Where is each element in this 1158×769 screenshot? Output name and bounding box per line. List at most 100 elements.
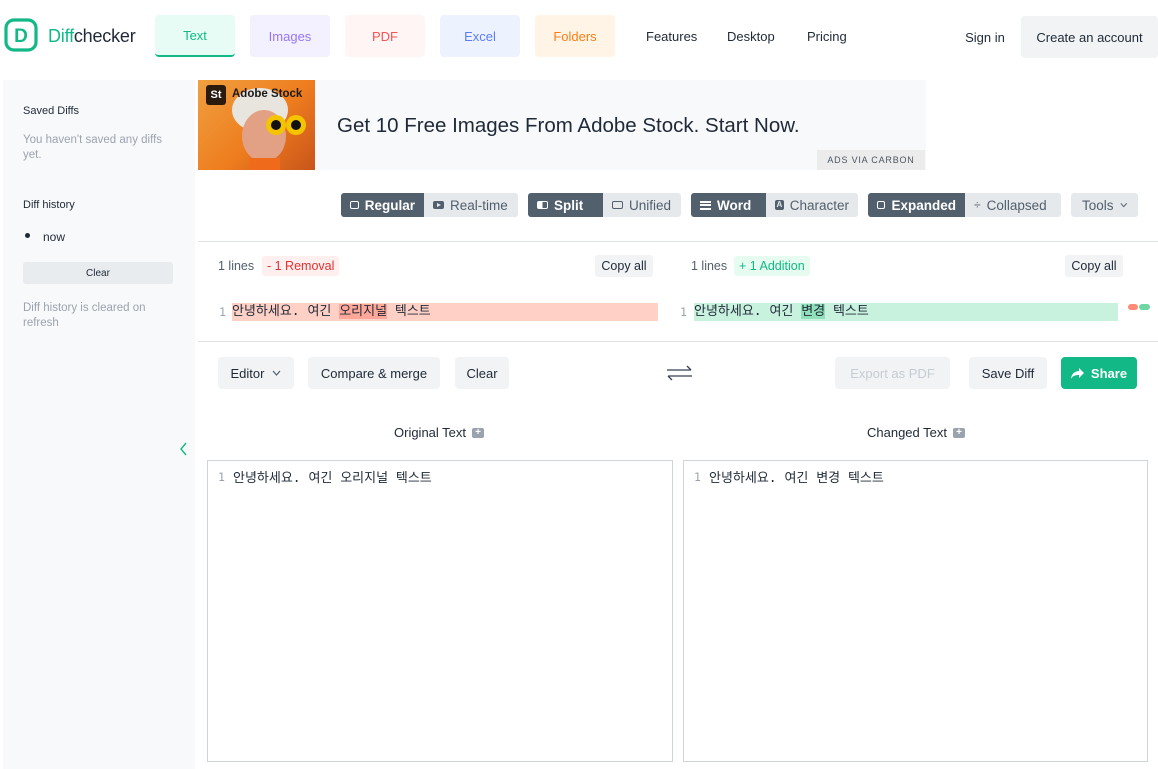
original-text-title: Original Text <box>394 425 467 440</box>
save-diff-button[interactable]: Save Diff <box>969 357 1047 389</box>
clear-history-button[interactable]: Clear <box>23 262 173 284</box>
diff-history-title: Diff history <box>23 199 75 211</box>
left-copy-all-button[interactable]: Copy all <box>595 255 653 277</box>
word-label: Word <box>717 197 752 213</box>
ad-brand-label: Adobe Stock <box>232 88 303 100</box>
brand-name-part2: checker <box>73 26 136 46</box>
right-diff-line: 안녕하세요. 여긴 변경 텍스트 <box>694 303 1118 321</box>
regular-view-button[interactable]: Regular <box>341 193 424 217</box>
minimap-addition-marker <box>1139 304 1150 310</box>
expanded-view-button[interactable]: Expanded <box>868 193 965 217</box>
character-diff-button[interactable]: A Character <box>766 193 858 217</box>
addition-count-badge: + 1 Addition <box>734 256 810 276</box>
compare-merge-button[interactable]: Compare & merge <box>308 357 440 389</box>
diff-divider <box>198 341 1158 342</box>
split-view-button[interactable]: Split <box>528 193 603 217</box>
left-diff-text-after: 텍스트 <box>387 304 431 319</box>
collapsed-view-button[interactable]: ÷ Collapsed <box>965 193 1061 217</box>
collapse-sidebar-chevron-icon[interactable] <box>179 441 189 462</box>
brand-name-part1: Diff <box>48 26 74 46</box>
left-diff-line: 안녕하세요. 여긴 오리지널 텍스트 <box>232 303 658 321</box>
original-text-editor[interactable]: 1 안녕하세요. 여긴 오리지널 텍스트 <box>207 460 673 762</box>
collapsed-icon: ÷ <box>974 198 981 212</box>
realtime-icon <box>433 201 444 209</box>
create-account-button[interactable]: Create an account <box>1021 16 1158 58</box>
sign-in-button[interactable]: Sign in <box>952 16 1018 58</box>
swap-arrows-icon[interactable] <box>665 364 694 387</box>
share-label: Share <box>1090 365 1128 381</box>
unified-icon <box>612 201 623 209</box>
tab-images[interactable]: Images <box>250 15 330 57</box>
tab-pdf[interactable]: PDF <box>345 15 425 57</box>
character-icon: A <box>775 200 784 210</box>
regular-icon <box>350 201 359 209</box>
tools-chevron-down-icon <box>1119 203 1127 208</box>
changed-file-add-icon[interactable]: + <box>953 427 965 438</box>
original-editor-line-number: 1 <box>218 470 225 484</box>
minimap-removal-marker <box>1128 304 1138 310</box>
collapsed-label: Collapsed <box>986 197 1047 213</box>
share-button[interactable]: Share <box>1061 357 1137 389</box>
ads-via-carbon-label[interactable]: ADS VIA CARBON <box>817 150 925 170</box>
history-item-now[interactable]: now <box>43 230 65 244</box>
editor-chevron-down-icon <box>273 370 281 376</box>
tab-text[interactable]: Text <box>155 15 235 57</box>
tools-label: Tools <box>1082 197 1114 213</box>
realtime-view-button[interactable]: Real-time <box>424 193 518 217</box>
changed-editor-text[interactable]: 안녕하세요. 여긴 변경 텍스트 <box>709 467 884 486</box>
original-editor-text[interactable]: 안녕하세요. 여긴 오리지널 텍스트 <box>233 467 432 486</box>
right-copy-all-button[interactable]: Copy all <box>1065 255 1123 277</box>
toolbar-divider <box>198 241 1158 242</box>
right-diff-line-number: 1 <box>680 305 687 319</box>
svg-text:D: D <box>14 26 28 47</box>
tools-dropdown[interactable]: Tools <box>1071 193 1138 217</box>
right-lines-count: 1 lines <box>691 259 728 273</box>
unified-label: Unified <box>629 197 672 213</box>
editor-label: Editor <box>230 365 265 381</box>
right-diff-added-text: 변경 <box>801 304 826 319</box>
split-icon <box>537 201 548 209</box>
nav-link-pricing[interactable]: Pricing <box>807 29 847 44</box>
expanded-label: Expanded <box>891 197 956 213</box>
left-diff-removed-text: 오리지널 <box>339 304 388 319</box>
expanded-icon <box>877 201 886 209</box>
ad-headline[interactable]: Get 10 Free Images From Adobe Stock. Sta… <box>337 114 800 138</box>
original-file-add-icon[interactable]: + <box>472 427 485 438</box>
adobe-stock-badge-icon: St <box>206 85 226 105</box>
nav-link-features[interactable]: Features <box>646 29 697 44</box>
brand-name[interactable]: Diffchecker <box>48 26 136 47</box>
history-bullet-icon <box>25 233 30 238</box>
saved-diffs-title: Saved Diffs <box>23 105 80 117</box>
tab-excel[interactable]: Excel <box>440 15 520 57</box>
word-icon <box>700 200 711 210</box>
changed-text-header: Changed Text + <box>867 425 965 440</box>
editor-dropdown[interactable]: Editor <box>218 357 294 389</box>
history-note: Diff history is cleared on refresh <box>23 302 146 329</box>
tab-folders[interactable]: Folders <box>535 15 615 57</box>
saved-diffs-empty-text: You haven't saved any diffs yet. <box>23 134 163 161</box>
realtime-label: Real-time <box>450 197 508 213</box>
nav-link-desktop[interactable]: Desktop <box>727 29 775 44</box>
share-arrow-icon <box>1070 367 1084 379</box>
left-lines-count: 1 lines <box>218 259 255 273</box>
removal-count-badge: - 1 Removal <box>262 256 340 276</box>
right-diff-text-before: 안녕하세요. 여긴 <box>694 304 802 319</box>
carbon-ad[interactable]: St Adobe Stock Get 10 Free Images From A… <box>198 80 926 170</box>
unified-view-button[interactable]: Unified <box>603 193 681 217</box>
left-diff-text-before: 안녕하세요. 여긴 <box>232 304 340 319</box>
regular-label: Regular <box>364 197 415 213</box>
right-diff-text-after: 텍스트 <box>825 304 869 319</box>
original-text-header: Original Text + <box>394 425 485 440</box>
diffchecker-logo-icon[interactable]: D <box>4 18 38 52</box>
top-navbar: D Diffchecker Text Images PDF Excel Fold… <box>0 0 1158 76</box>
changed-text-editor[interactable]: 1 안녕하세요. 여긴 변경 텍스트 <box>683 460 1148 762</box>
split-label: Split <box>554 197 584 213</box>
changed-editor-line-number: 1 <box>694 470 701 484</box>
character-label: Character <box>789 197 849 213</box>
changed-text-title: Changed Text <box>867 425 947 440</box>
clear-button[interactable]: Clear <box>455 357 509 389</box>
export-pdf-button[interactable]: Export as PDF <box>835 357 950 389</box>
word-diff-button[interactable]: Word <box>691 193 766 217</box>
ad-image[interactable]: St Adobe Stock <box>198 80 315 170</box>
left-diff-line-number: 1 <box>219 305 226 319</box>
